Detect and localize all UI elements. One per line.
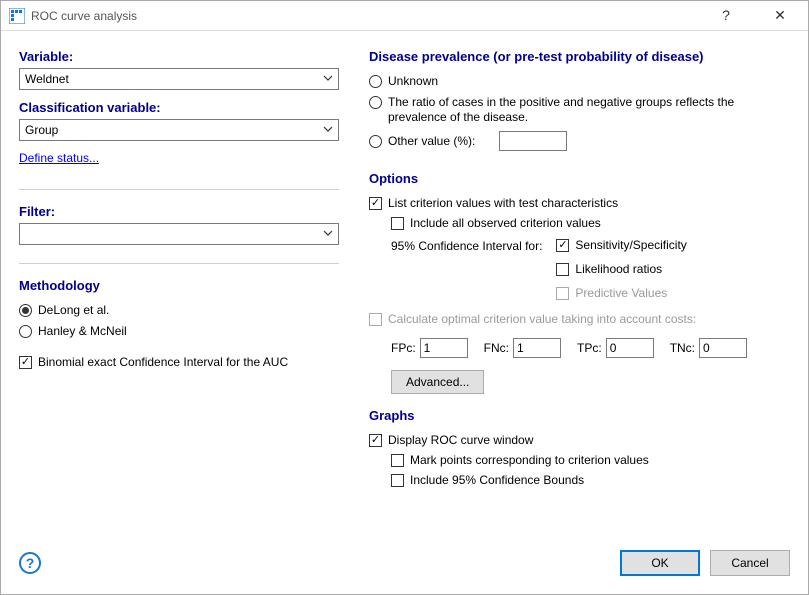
titlebar-title: ROC curve analysis [31,9,706,23]
app-icon [9,8,25,24]
radio-hanley[interactable] [19,325,32,338]
tpc-label: TPc: [577,341,602,355]
tpc-input[interactable] [606,338,654,358]
check-calc-optimal-label: Calculate optimal criterion value taking… [388,312,696,326]
radio-hanley-label: Hanley & McNeil [38,324,127,339]
methodology-label: Methodology [19,278,339,293]
chevron-down-icon [322,123,334,135]
help-icon[interactable]: ? [19,552,41,574]
check-mark-points-label: Mark points corresponding to criterion v… [410,453,649,467]
prev-other-input[interactable] [499,131,567,151]
check-binomial-ci[interactable] [19,356,32,369]
titlebar: ROC curve analysis ? ✕ [1,1,808,31]
check-mark-points[interactable] [391,454,404,467]
radio-delong[interactable] [19,304,32,317]
chevron-down-icon [322,227,334,239]
check-include-all-label: Include all observed criterion values [410,216,601,230]
fnc-input[interactable] [513,338,561,358]
variable-label: Variable: [19,49,339,64]
radio-delong-label: DeLong et al. [38,303,109,318]
fpc-label: FPc: [391,341,416,355]
check-ci-sens-label: Sensitivity/Specificity [575,238,686,252]
ok-button[interactable]: OK [620,550,700,576]
check-include-ci-bounds[interactable] [391,474,404,487]
radio-prev-other-label: Other value (%): [388,134,475,149]
check-ci-sens[interactable] [556,239,569,252]
check-ci-pv-label: Predictive Values [575,286,667,300]
fpc-input[interactable] [420,338,468,358]
check-list-criterion-label: List criterion values with test characte… [388,196,618,210]
radio-prev-ratio-label: The ratio of cases in the positive and n… [388,95,748,125]
tnc-label: TNc: [670,341,695,355]
help-button[interactable]: ? [706,7,746,24]
graphs-label: Graphs [369,408,790,423]
radio-prev-ratio[interactable] [369,96,382,109]
dialog-window: ROC curve analysis ? ✕ Variable: Weldnet… [0,0,809,595]
filter-select[interactable] [19,223,339,245]
check-ci-lr-label: Likelihood ratios [575,262,662,276]
check-binomial-ci-label: Binomial exact Confidence Interval for t… [38,355,288,369]
divider [19,263,339,264]
divider [19,189,339,190]
classvar-select[interactable]: Group [19,119,339,141]
fnc-label: FNc: [484,341,509,355]
check-calc-optimal [369,313,382,326]
classvar-value: Group [25,123,58,137]
tnc-input[interactable] [699,338,747,358]
check-include-all[interactable] [391,217,404,230]
check-list-criterion[interactable] [369,197,382,210]
filter-label: Filter: [19,204,339,219]
radio-prev-unknown[interactable] [369,75,382,88]
classvar-label: Classification variable: [19,100,339,115]
variable-value: Weldnet [25,72,69,86]
prevalence-label: Disease prevalence (or pre-test probabil… [369,49,790,64]
radio-prev-unknown-label: Unknown [388,74,438,89]
check-display-roc-label: Display ROC curve window [388,433,533,447]
options-label: Options [369,171,790,186]
cancel-button[interactable]: Cancel [710,550,790,576]
advanced-button[interactable]: Advanced... [391,370,484,394]
chevron-down-icon [322,72,334,84]
radio-prev-other[interactable] [369,135,382,148]
check-ci-lr[interactable] [556,263,569,276]
check-include-ci-bounds-label: Include 95% Confidence Bounds [410,473,584,487]
check-display-roc[interactable] [369,434,382,447]
footer: ? OK Cancel [1,544,808,594]
ci-label: 95% Confidence Interval for: [391,238,542,253]
variable-select[interactable]: Weldnet [19,68,339,90]
check-ci-pv [556,287,569,300]
define-status-link[interactable]: Define status... [19,151,339,165]
close-button[interactable]: ✕ [760,7,800,24]
